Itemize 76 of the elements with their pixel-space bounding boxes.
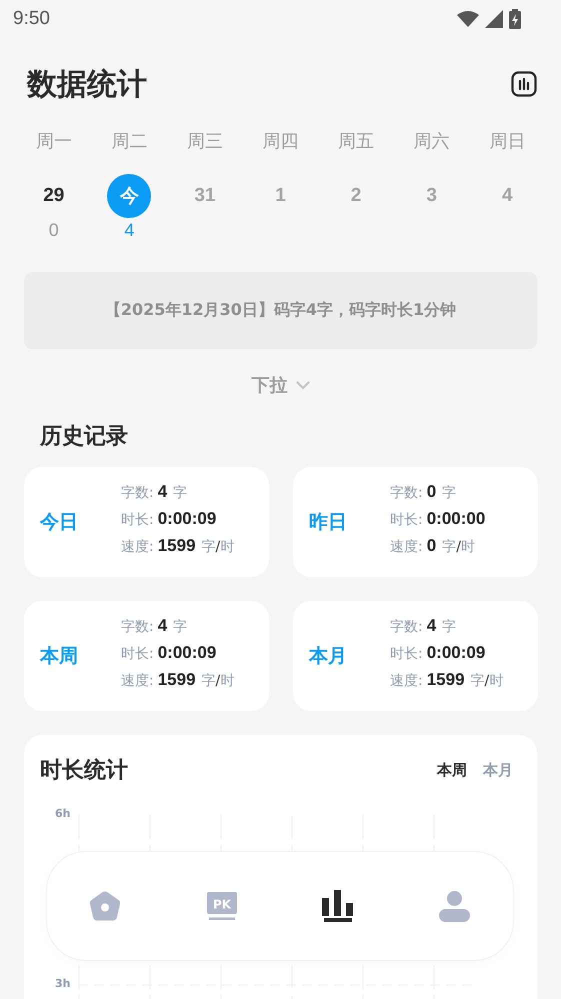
- weekday-label: 周四: [262, 130, 299, 154]
- signal-icon: [485, 10, 503, 28]
- period-label: 本周: [40, 644, 79, 669]
- stat-label: 速度:: [390, 538, 423, 556]
- period-label: 昨日: [309, 510, 348, 535]
- stat-label: 速度:: [121, 672, 154, 690]
- wifi-icon: [457, 11, 479, 27]
- stat-unit: 时: [489, 672, 504, 690]
- date-item[interactable]: 1: [258, 174, 303, 218]
- weekday-label: 周五: [338, 130, 374, 154]
- date-item[interactable]: 4: [485, 174, 530, 218]
- chevron-down-icon: [296, 380, 310, 390]
- stat-value: 4: [158, 616, 168, 636]
- period-tab[interactable]: 本月: [483, 760, 513, 780]
- date-item[interactable]: 今: [107, 174, 152, 218]
- stat-unit: 字: [470, 672, 485, 690]
- unit-separator: /: [216, 672, 220, 688]
- stat-label: 速度:: [390, 672, 423, 690]
- axis-label: 3h: [55, 977, 70, 990]
- stat-value: 4: [158, 482, 168, 502]
- stat-label: 字数:: [121, 618, 154, 636]
- page-title: 数据统计: [27, 66, 147, 104]
- section-title: 时长统计: [40, 757, 128, 785]
- weekday-label: 周二: [111, 130, 148, 154]
- period-label: 本月: [309, 644, 348, 669]
- weekday-label: 周六: [414, 130, 450, 154]
- weekday-label: 周一: [36, 130, 72, 154]
- day-count: 4: [124, 219, 134, 242]
- pull-down-label[interactable]: 下拉: [252, 373, 288, 397]
- day-count: 0: [48, 219, 59, 242]
- stat-unit: 字: [442, 538, 456, 556]
- stat-unit: 字: [442, 618, 456, 636]
- stat-label: 时长:: [121, 510, 154, 528]
- status-time: 9:50: [13, 8, 50, 30]
- stat-unit: 字: [442, 484, 456, 502]
- stat-label: 速度:: [121, 538, 154, 556]
- stat-unit: 字: [202, 538, 216, 556]
- stat-unit: 时: [220, 538, 234, 556]
- stat-label: 时长:: [390, 644, 423, 662]
- stat-unit: 时: [460, 538, 475, 556]
- stat-value: 0:00:09: [158, 642, 216, 662]
- weekday-label: 周三: [186, 130, 223, 154]
- period-label: 今日: [40, 510, 79, 535]
- stat-value: 4: [426, 616, 436, 636]
- stat-value: 1599: [158, 536, 196, 556]
- section-title: 历史记录: [40, 423, 129, 451]
- bar-chart-icon[interactable]: [322, 890, 354, 922]
- stat-value: 0:00:09: [158, 508, 216, 528]
- axis-label: 6h: [55, 807, 70, 820]
- unit-separator: /: [216, 538, 220, 554]
- stat-unit: 字: [202, 672, 216, 690]
- date-item[interactable]: 31: [182, 174, 227, 218]
- stat-label: 字数:: [390, 484, 423, 502]
- stat-unit: 字: [173, 618, 188, 636]
- stat-unit: 时: [220, 672, 234, 690]
- stat-unit: 字: [173, 484, 188, 502]
- stat-value: 1599: [426, 670, 465, 690]
- stat-value: 0: [426, 482, 436, 502]
- unit-separator: /: [484, 672, 490, 688]
- unit-separator: /: [456, 538, 461, 554]
- date-item[interactable]: 29: [32, 174, 76, 218]
- stat-value: 0:00:00: [426, 508, 486, 528]
- stat-label: 字数:: [390, 618, 423, 636]
- date-item[interactable]: 2: [334, 174, 378, 218]
- stat-value: 0:00:09: [426, 642, 486, 662]
- stat-value: 1599: [158, 670, 196, 690]
- date-item[interactable]: 3: [410, 174, 454, 218]
- stat-label: 时长:: [390, 510, 423, 528]
- summary-banner: 【2025年12月30日】码字4字，码字时长1分钟: [24, 272, 537, 349]
- stat-label: 时长:: [121, 644, 154, 662]
- stat-label: 字数:: [121, 484, 154, 502]
- stat-value: 0: [426, 536, 436, 556]
- chart-icon[interactable]: [511, 71, 537, 97]
- period-tab[interactable]: 本周: [437, 760, 467, 780]
- battery-icon: [509, 9, 521, 29]
- weekday-label: 周日: [489, 130, 526, 154]
